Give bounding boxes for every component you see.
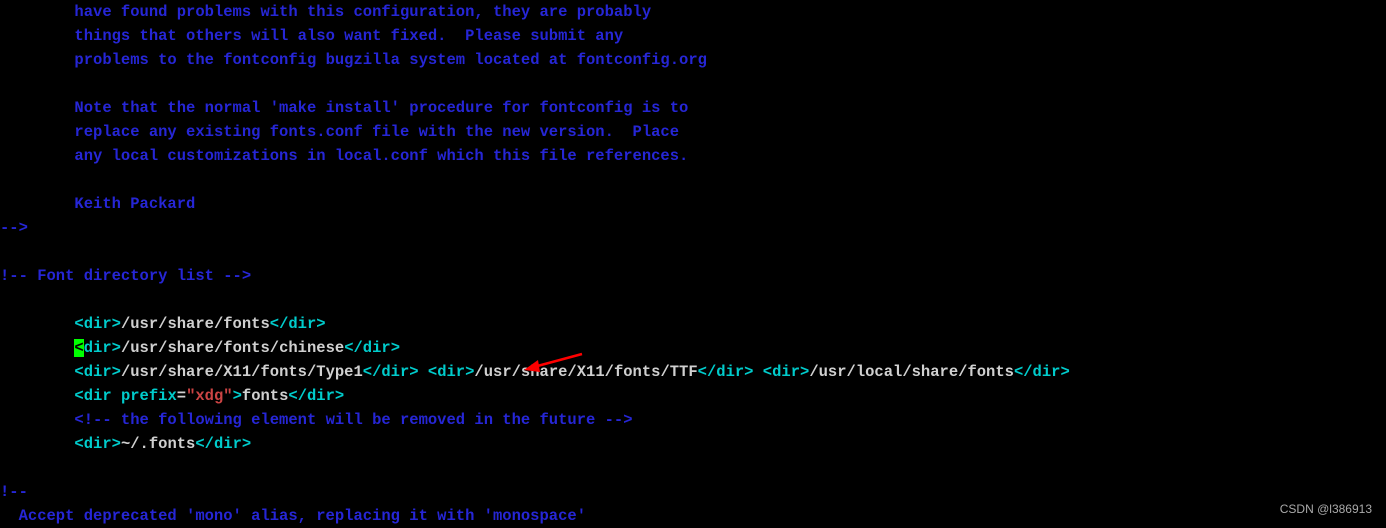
watermark-text: CSDN @l386913 — [1280, 500, 1372, 519]
comment-line: any local customizations in local.conf w… — [0, 147, 688, 165]
comment-line: things that others will also want fixed.… — [0, 27, 623, 45]
dir-line-3: <dir>/usr/share/X11/fonts/Type1</dir> <d… — [0, 363, 1070, 381]
comment-font-dir-list: !-- Font directory list --> — [0, 267, 251, 285]
comment-line: Keith Packard — [0, 195, 195, 213]
dir-line-5: <dir>~/.fonts</dir> — [0, 435, 251, 453]
comment-line: have found problems with this configurat… — [0, 3, 651, 21]
dir-line-1: <dir>/usr/share/fonts</dir> — [0, 315, 326, 333]
comment-line: Note that the normal 'make install' proc… — [0, 99, 688, 117]
comment-line: problems to the fontconfig bugzilla syst… — [0, 51, 707, 69]
comment-mono: Accept deprecated 'mono' alias, replacin… — [0, 507, 586, 525]
comment-close: --> — [0, 219, 28, 237]
dir-line-4-prefix: <dir prefix="xdg">fonts</dir> — [0, 387, 344, 405]
comment-line: replace any existing fonts.conf file wit… — [0, 123, 679, 141]
dir-line-2-highlighted: <dir>/usr/share/fonts/chinese</dir> — [0, 339, 400, 357]
terminal-output: have found problems with this configurat… — [0, 0, 1070, 528]
comment-open: !-- — [0, 483, 28, 501]
comment-removed: <!-- the following element will be remov… — [0, 411, 633, 429]
cursor-block: < — [74, 339, 83, 357]
